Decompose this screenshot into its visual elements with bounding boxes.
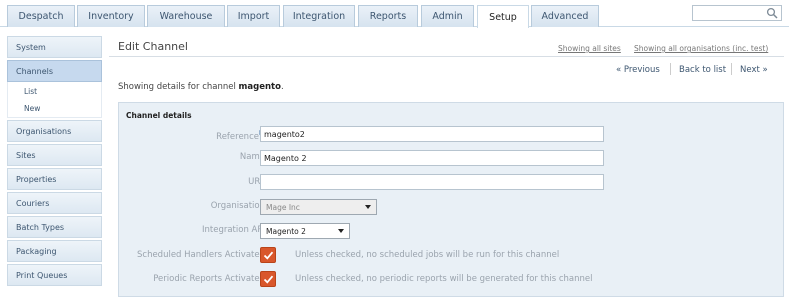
sidebar-item-properties[interactable]: Properties [7, 168, 102, 190]
search-input[interactable] [692, 5, 782, 21]
sidebar-item-couriers[interactable]: Couriers [7, 192, 102, 214]
sidebar-item-channels[interactable]: Channels [7, 60, 102, 82]
tab-integration[interactable]: Integration [283, 5, 355, 27]
search-icon[interactable] [766, 7, 778, 19]
intro-suffix: . [280, 82, 284, 92]
showing-all-organisations-link[interactable]: Showing all organisations (inc. test) [634, 44, 768, 53]
showing-all-sites-link[interactable]: Showing all sites [558, 44, 621, 53]
scheduled-handlers-label: Scheduled Handlers Activated [137, 250, 265, 260]
tab-advanced[interactable]: Advanced [531, 5, 599, 27]
page-title: Edit Channel [118, 40, 188, 53]
reference-label: Referenceⓘ [216, 128, 265, 142]
checkmark-icon [263, 275, 273, 284]
organisation-value: Mage Inc [266, 202, 300, 212]
checkmark-icon [263, 251, 273, 260]
periodic-reports-label: Periodic Reports Activated [153, 274, 265, 284]
chevron-down-icon [365, 205, 371, 209]
periodic-reports-checkbox[interactable] [260, 271, 276, 287]
pager-divider [731, 63, 732, 75]
channel-intro: Showing details for channel magento. [118, 82, 284, 92]
tab-reports[interactable]: Reports [358, 5, 418, 27]
tab-admin[interactable]: Admin [421, 5, 474, 27]
channel-details-panel: Channel details Referenceⓘ magento2 Name… [118, 102, 784, 297]
integration-api-label: Integration API [202, 225, 265, 235]
back-to-list-link[interactable]: Back to list [679, 65, 726, 75]
channel-name: magento [238, 82, 281, 92]
panel-title: Channel details [126, 111, 192, 120]
reference-field[interactable]: magento2 [260, 126, 604, 142]
reference-label-text: Reference [216, 131, 259, 142]
integration-api-value: Magento 2 [266, 226, 306, 236]
sidebar-item-organisations[interactable]: Organisations [7, 120, 102, 142]
next-link[interactable]: Next » [740, 65, 768, 75]
scheduled-handlers-hint: Unless checked, no scheduled jobs will b… [295, 250, 560, 260]
tab-inventory[interactable]: Inventory [77, 5, 145, 27]
tab-setup[interactable]: Setup [477, 5, 529, 28]
sidebar-item-system[interactable]: System [7, 36, 102, 58]
sidebar-item-packaging[interactable]: Packaging [7, 240, 102, 262]
top-nav: Despatch Inventory Warehouse Import Inte… [0, 0, 789, 28]
tab-warehouse[interactable]: Warehouse [147, 5, 225, 27]
tab-import[interactable]: Import [227, 5, 280, 27]
periodic-reports-hint: Unless checked, no periodic reports will… [295, 274, 593, 284]
name-field[interactable]: Magento 2 [260, 150, 604, 166]
sidebar-item-print-queues[interactable]: Print Queues [7, 264, 102, 286]
header-divider [109, 56, 784, 57]
tab-despatch[interactable]: Despatch [7, 5, 75, 27]
organisation-label: Organisation [210, 201, 265, 211]
integration-api-select[interactable]: Magento 2 [260, 223, 350, 239]
sidebar-item-batch-types[interactable]: Batch Types [7, 216, 102, 238]
previous-link[interactable]: « Previous [616, 65, 660, 75]
sidebar-subitem-new[interactable]: New [7, 100, 102, 118]
pager-divider [670, 63, 671, 75]
url-field[interactable] [260, 174, 604, 190]
scheduled-handlers-checkbox[interactable] [260, 247, 276, 263]
sidebar-subitem-list[interactable]: List [7, 82, 102, 100]
intro-prefix: Showing details for channel [118, 82, 236, 92]
sidebar: System Channels List New Organisations S… [7, 36, 102, 297]
chevron-down-icon [338, 229, 344, 233]
main-content: Edit Channel Showing all sites Showing a… [109, 36, 789, 297]
sidebar-item-sites[interactable]: Sites [7, 144, 102, 166]
organisation-select[interactable]: Mage Inc [260, 199, 377, 215]
